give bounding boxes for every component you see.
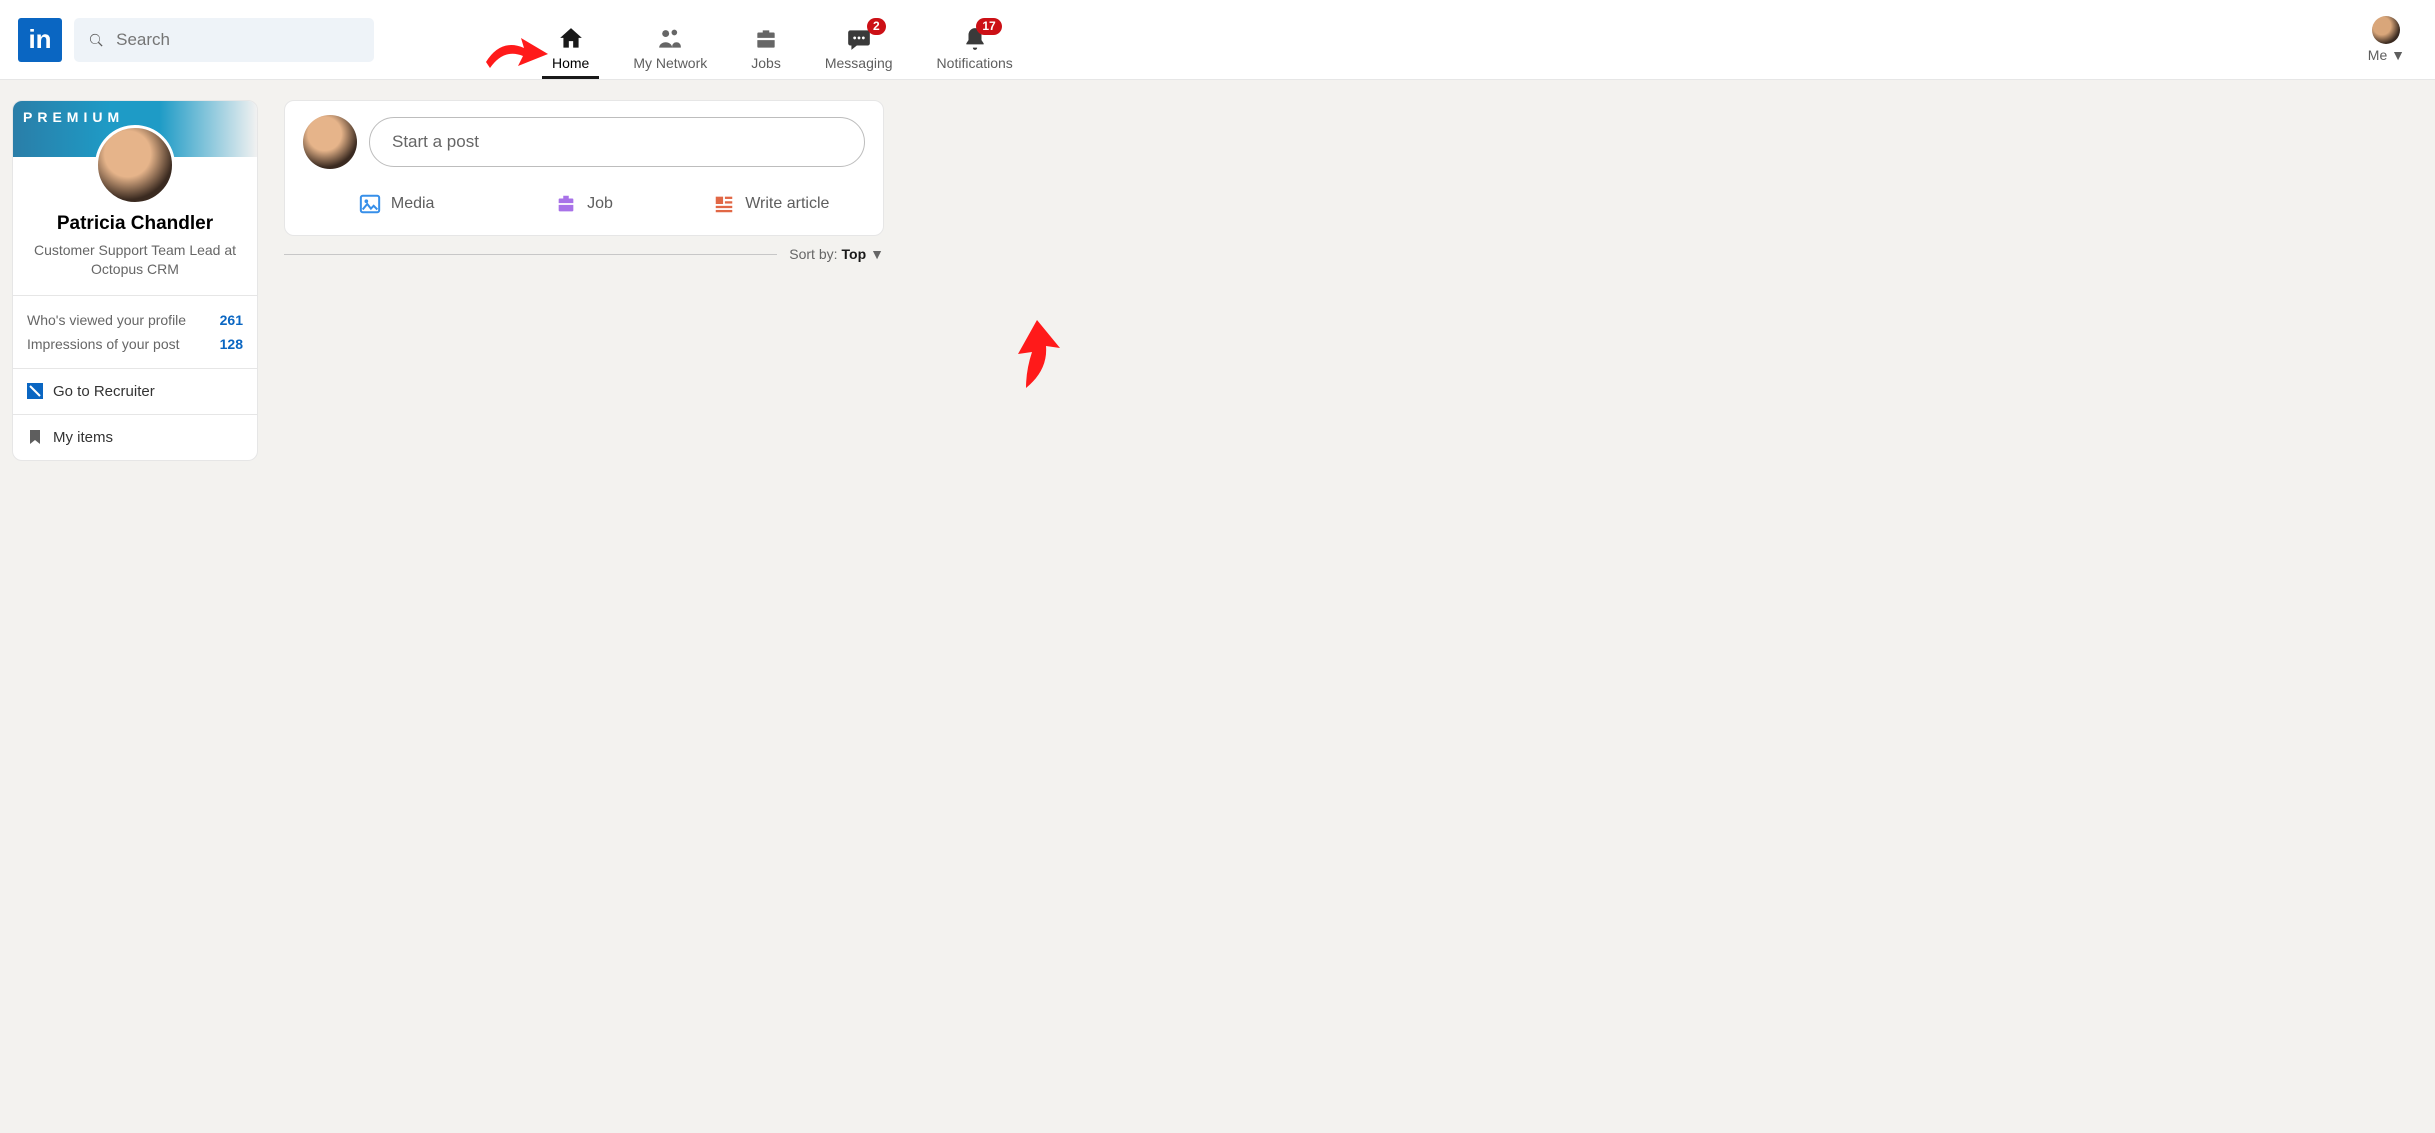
bookmark-icon [27,429,43,445]
profile-headline: Customer Support Team Lead at Octopus CR… [25,241,245,279]
nav-messaging[interactable]: 2 Messaging [803,0,915,79]
image-icon [359,193,381,215]
profile-card: PREMIUM Patricia Chandler Customer Suppo… [12,100,258,461]
primary-nav: Home My Network Jobs 2 Messaging 17 Noti… [530,0,1035,79]
post-article-label: Write article [745,195,829,213]
start-post-button[interactable]: Start a post [369,117,865,167]
page-body: PREMIUM Patricia Chandler Customer Suppo… [0,80,2435,1133]
nav-me-label: Me ▼ [2368,47,2405,63]
post-avatar[interactable] [303,115,357,169]
my-items[interactable]: My items [13,414,257,460]
main-feed: Start a post Media Job Write article [284,100,884,1093]
recruiter-icon [27,383,43,399]
nav-messaging-label: Messaging [825,55,893,71]
nav-notifications[interactable]: 17 Notifications [915,0,1035,79]
post-job-button[interactable]: Job [490,181,677,227]
chevron-down-icon: ▼ [870,246,884,262]
job-icon [555,193,577,215]
nav-jobs[interactable]: Jobs [729,0,803,79]
go-to-recruiter[interactable]: Go to Recruiter [13,368,257,414]
article-icon [713,193,735,215]
feed-sort: Sort by: Top ▼ [284,246,884,262]
sort-dropdown[interactable]: Sort by: Top ▼ [789,246,884,262]
stat-value: 261 [220,312,243,328]
start-post-card: Start a post Media Job Write article [284,100,884,236]
my-items-label: My items [53,429,113,446]
home-icon [558,26,584,52]
recruiter-label: Go to Recruiter [53,383,155,400]
stat-label: Who's viewed your profile [27,312,186,328]
nav-home-label: Home [552,55,589,71]
profile-avatar[interactable] [95,125,175,205]
annotation-arrow-article [1002,314,1072,404]
search-icon [88,31,104,49]
me-nav-area: Me ▼ [2358,0,2415,79]
nav-network-label: My Network [633,55,707,71]
search-input[interactable] [116,30,360,50]
linkedin-logo[interactable]: in [18,18,62,62]
nav-jobs-label: Jobs [751,55,781,71]
profile-name[interactable]: Patricia Chandler [25,213,245,235]
sort-value: Top [842,246,867,262]
left-sidebar: PREMIUM Patricia Chandler Customer Suppo… [12,100,258,1093]
post-media-label: Media [391,195,435,213]
people-icon [657,26,683,52]
stat-value: 128 [220,336,243,352]
profile-stats: Who's viewed your profile 261 Impression… [13,295,257,368]
stat-label: Impressions of your post [27,336,180,352]
messaging-badge: 2 [867,18,886,35]
search-box[interactable] [74,18,374,62]
post-media-button[interactable]: Media [303,181,490,227]
nav-notifications-label: Notifications [937,55,1013,71]
stat-profile-views[interactable]: Who's viewed your profile 261 [27,308,243,332]
sort-prefix: Sort by: [789,246,837,262]
post-actions: Media Job Write article [303,181,865,227]
post-job-label: Job [587,195,613,213]
premium-badge: PREMIUM [23,109,124,125]
notifications-badge: 17 [976,18,1001,35]
avatar [2372,16,2400,44]
post-article-button[interactable]: Write article [678,181,865,227]
top-nav: in Home My Network Jobs 2 Messaging [0,0,2435,80]
nav-network[interactable]: My Network [611,0,729,79]
briefcase-icon [753,26,779,52]
divider [284,254,777,255]
nav-home[interactable]: Home [530,0,611,79]
nav-me[interactable]: Me ▼ [2368,16,2405,63]
stat-impressions[interactable]: Impressions of your post 128 [27,332,243,356]
